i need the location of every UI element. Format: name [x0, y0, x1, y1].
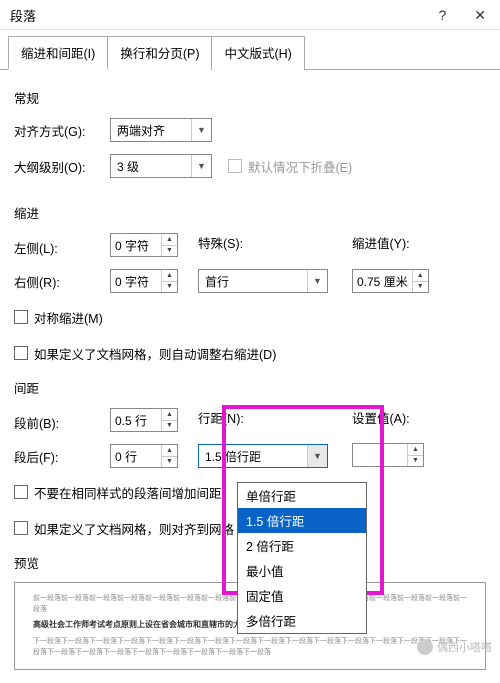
checkbox-icon [14, 485, 28, 499]
section-spacing: 间距 [14, 378, 486, 397]
spin-up-icon[interactable]: ▲ [413, 270, 428, 282]
spin-up-icon[interactable]: ▲ [408, 444, 423, 456]
chevron-down-icon: ▼ [307, 270, 327, 292]
watermark: 偶西小嗒嗒 [417, 639, 492, 655]
line-option-multi[interactable]: 多倍行距 [238, 608, 366, 633]
spin-down-icon[interactable]: ▼ [408, 456, 423, 467]
spin-down-icon[interactable]: ▼ [162, 246, 177, 257]
dialog-title: 段落 [10, 6, 36, 25]
line-option-1-5[interactable]: 1.5 倍行距 [238, 508, 366, 533]
set-value-spinner[interactable]: ▲▼ [352, 443, 424, 467]
special-indent-label: 特殊(S): [198, 233, 332, 252]
special-indent-select[interactable]: 首行 ▼ [198, 269, 328, 293]
spin-down-icon[interactable]: ▼ [162, 457, 177, 468]
chevron-down-icon: ▼ [307, 445, 327, 467]
tab-chinese-layout[interactable]: 中文版式(H) [211, 36, 304, 70]
snap-to-grid-checkbox[interactable]: 如果定义了文档网格，则对齐到网格 [14, 519, 234, 538]
spin-up-icon[interactable]: ▲ [162, 270, 177, 282]
indent-left-spinner[interactable]: 0 字符 ▲▼ [110, 233, 178, 257]
help-button[interactable]: ? [434, 7, 450, 24]
indent-right-spinner[interactable]: 0 字符 ▲▼ [110, 269, 178, 293]
alignment-select[interactable]: 两端对齐 ▼ [110, 118, 212, 142]
spin-up-icon[interactable]: ▲ [162, 234, 177, 246]
spin-up-icon[interactable]: ▲ [162, 409, 177, 421]
tab-indent-spacing[interactable]: 缩进和间距(I) [8, 36, 108, 70]
line-spacing-dropdown[interactable]: 单倍行距 1.5 倍行距 2 倍行距 最小值 固定值 多倍行距 [237, 482, 367, 634]
space-before-spinner[interactable]: 0.5 行 ▲▼ [110, 408, 178, 432]
space-before-label: 段前(B): [14, 413, 110, 432]
section-general: 常规 [14, 88, 486, 107]
indent-value-spinner[interactable]: 0.75 厘米 ▲▼ [352, 269, 429, 293]
space-after-label: 段后(F): [14, 447, 110, 466]
avatar-icon [417, 639, 433, 655]
line-option-fixed[interactable]: 固定值 [238, 583, 366, 608]
section-indent: 缩进 [14, 203, 486, 222]
checkbox-icon [14, 521, 28, 535]
spin-up-icon[interactable]: ▲ [162, 445, 177, 457]
checkbox-icon [14, 346, 28, 360]
set-value-label: 设置值(A): [352, 408, 486, 427]
no-same-style-spacing-checkbox[interactable]: 不要在相同样式的段落间增加间距 [14, 483, 222, 502]
line-spacing-label: 行距(N): [198, 408, 332, 427]
spin-down-icon[interactable]: ▼ [162, 282, 177, 293]
indent-left-label: 左侧(L): [14, 238, 110, 257]
line-option-double[interactable]: 2 倍行距 [238, 533, 366, 558]
indent-right-label: 右侧(R): [14, 272, 110, 291]
checkbox-icon [228, 159, 242, 173]
line-spacing-select[interactable]: 1.5 倍行距 ▼ [198, 444, 328, 468]
line-option-min[interactable]: 最小值 [238, 558, 366, 583]
spin-down-icon[interactable]: ▼ [413, 282, 428, 293]
spin-down-icon[interactable]: ▼ [162, 421, 177, 432]
line-option-single[interactable]: 单倍行距 [238, 483, 366, 508]
tab-line-page-break[interactable]: 换行和分页(P) [107, 36, 212, 70]
close-button[interactable]: ✕ [470, 7, 490, 24]
space-after-spinner[interactable]: 0 行 ▲▼ [110, 444, 178, 468]
checkbox-icon [14, 310, 28, 324]
chevron-down-icon: ▼ [191, 119, 211, 141]
chevron-down-icon: ▼ [191, 155, 211, 177]
collapse-checkbox[interactable]: 默认情况下折叠(E) [228, 157, 352, 176]
indent-value-label: 缩进值(Y): [352, 233, 486, 252]
auto-adjust-right-indent-checkbox[interactable]: 如果定义了文档网格，则自动调整右缩进(D) [14, 344, 276, 363]
mirror-indent-checkbox[interactable]: 对称缩进(M) [14, 308, 103, 327]
outline-level-label: 大纲级别(O): [14, 157, 110, 176]
alignment-label: 对齐方式(G): [14, 121, 110, 140]
outline-level-select[interactable]: 3 级 ▼ [110, 154, 212, 178]
